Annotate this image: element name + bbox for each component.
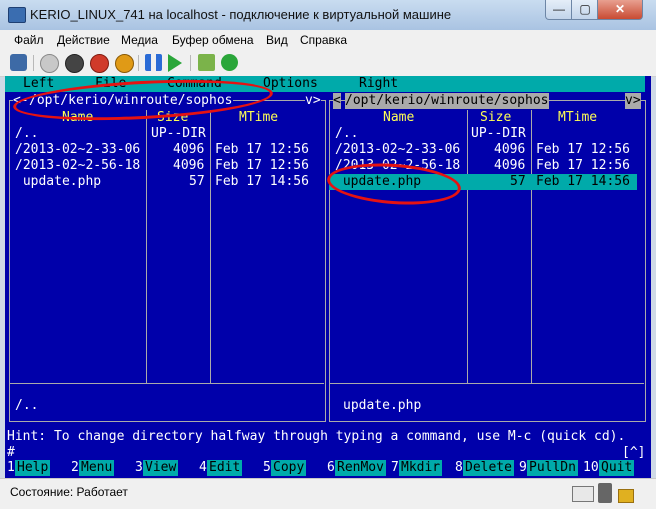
fkey-num: 5 — [263, 460, 271, 475]
menu-help[interactable]: Справка — [300, 33, 347, 47]
right-row-size: 4096 — [494, 158, 526, 173]
left-row-size: 4096 — [173, 158, 205, 173]
toolbar-separator — [33, 55, 34, 71]
stop-icon[interactable] — [65, 54, 84, 73]
ctrl-alt-del-icon[interactable] — [10, 54, 27, 71]
right-mini-status: update.php — [343, 398, 422, 413]
left-row-name[interactable]: update.php — [15, 174, 101, 190]
left-col-divider — [146, 110, 147, 383]
mc-menu-right[interactable]: Right — [359, 76, 398, 92]
play-icon[interactable] — [168, 54, 182, 72]
shutdown-icon[interactable] — [90, 54, 109, 73]
pause-icon[interactable] — [145, 54, 162, 71]
fkey-help[interactable]: Help — [15, 460, 51, 476]
fkey-quit[interactable]: Quit — [599, 460, 635, 476]
start-icon[interactable] — [40, 54, 59, 73]
maximize-button[interactable]: ▢ — [571, 0, 599, 20]
status-bar: Состояние: Работает — [0, 478, 656, 509]
fkey-menu[interactable]: Menu — [79, 460, 115, 476]
fkey-mkdir[interactable]: Mkdir — [399, 460, 443, 476]
right-row-name[interactable]: /.. — [335, 126, 358, 142]
prompt-scroll-indicator: [^] — [622, 445, 646, 460]
right-row-size: UP--DIR — [471, 126, 526, 141]
fkey-num: 9 — [519, 460, 527, 475]
left-row-size: UP--DIR — [151, 126, 206, 141]
menu-clipboard[interactable]: Буфер обмена — [172, 33, 254, 47]
right-row-size: 4096 — [494, 142, 526, 157]
shell-prompt[interactable]: # — [7, 445, 15, 461]
left-path-suffix: v> — [305, 93, 321, 109]
right-path-prefix: < — [333, 93, 341, 109]
power-icon[interactable] — [115, 54, 134, 73]
fkey-num: 10 — [583, 460, 599, 475]
left-row-mtime: Feb 17 14:56 — [215, 174, 309, 189]
fkey-num: 6 — [327, 460, 335, 475]
left-row-size: 57 — [189, 174, 205, 189]
left-row-mtime: Feb 17 12:56 — [215, 158, 309, 173]
revert-icon[interactable] — [221, 54, 238, 71]
fkey-num: 3 — [135, 460, 143, 475]
minimize-button[interactable]: — — [545, 0, 573, 20]
right-col-size[interactable]: Size — [480, 110, 511, 126]
fkey-num: 8 — [455, 460, 463, 475]
lock-icon — [618, 489, 634, 503]
title-bar: KERIO_LINUX_741 на localhost - подключен… — [0, 0, 656, 31]
toolbar-separator — [138, 55, 139, 71]
left-row-size: 4096 — [173, 142, 205, 157]
terminal-screen[interactable]: Left File Command Options Right <- /opt/… — [5, 76, 651, 478]
fkey-edit[interactable]: Edit — [207, 460, 243, 476]
window-title: KERIO_LINUX_741 на localhost - подключен… — [30, 7, 452, 22]
left-col-divider — [210, 110, 211, 383]
right-col-name[interactable]: Name — [383, 110, 414, 126]
right-col-mtime[interactable]: MTime — [558, 110, 597, 126]
left-mini-status: /.. — [15, 398, 39, 413]
left-row-name[interactable]: /.. — [15, 126, 38, 142]
toolbar — [0, 50, 656, 77]
hint-line: Hint: To change directory halfway throug… — [7, 429, 626, 444]
right-row-mtime: Feb 17 12:56 — [536, 142, 630, 157]
vm-connect-icon — [8, 7, 26, 23]
menu-view[interactable]: Вид — [266, 33, 288, 47]
fkey-pulldn[interactable]: PullDn — [527, 460, 578, 476]
menu-media[interactable]: Медиа — [121, 33, 158, 47]
fkey-renmov[interactable]: RenMov — [335, 460, 386, 476]
fkey-num: 2 — [71, 460, 79, 475]
right-row-size: 57 — [510, 174, 526, 189]
left-row-mtime: Feb 17 12:56 — [215, 142, 309, 157]
fkey-num: 1 — [7, 460, 15, 475]
menu-bar: Файл Действие Медиа Буфер обмена Вид Спр… — [0, 30, 656, 50]
mc-menu-left[interactable]: Left — [23, 76, 54, 92]
right-row-mtime: Feb 17 14:56 — [536, 174, 630, 189]
fkey-copy[interactable]: Copy — [271, 460, 307, 476]
keyboard-icon — [572, 486, 594, 502]
left-col-mtime[interactable]: MTime — [239, 110, 278, 126]
status-text: Состояние: Работает — [10, 485, 128, 499]
toolbar-separator — [190, 55, 191, 71]
right-col-divider — [467, 110, 468, 383]
fkey-delete[interactable]: Delete — [463, 460, 514, 476]
right-row-mtime: Feb 17 12:56 — [536, 158, 630, 173]
close-button[interactable]: ✕ — [597, 0, 643, 20]
menu-action[interactable]: Действие — [57, 33, 110, 47]
left-mini-separator — [10, 383, 324, 384]
fkey-num: 4 — [199, 460, 207, 475]
right-path-suffix: v> — [625, 93, 641, 109]
snapshot-icon[interactable] — [198, 54, 215, 71]
right-mini-separator — [330, 383, 644, 384]
menu-file[interactable]: Файл — [14, 33, 44, 47]
right-col-divider — [531, 110, 532, 383]
right-path[interactable]: /opt/kerio/winroute/sophos — [345, 93, 549, 109]
fkey-view[interactable]: View — [143, 460, 179, 476]
left-row-name[interactable]: /2013-02~2-56-18 — [15, 158, 140, 174]
mouse-icon — [598, 483, 612, 503]
fkey-num: 7 — [391, 460, 399, 475]
right-row-name[interactable]: /2013-02~2-33-06 — [335, 142, 460, 158]
left-row-name[interactable]: /2013-02~2-33-06 — [15, 142, 140, 158]
